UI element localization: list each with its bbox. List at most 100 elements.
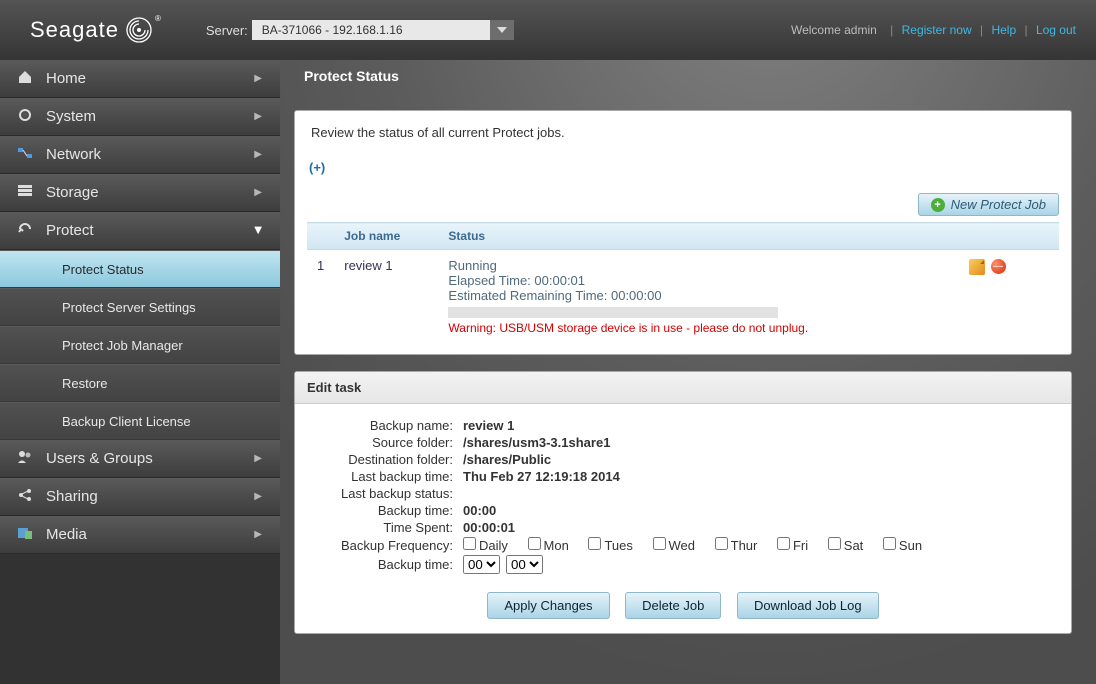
nav-users-groups[interactable]: Users & Groups ▶	[0, 440, 280, 478]
apply-changes-button[interactable]: Apply Changes	[487, 592, 609, 619]
progress-bar	[448, 307, 778, 318]
chevron-down-icon: ▶	[253, 227, 264, 235]
freq-sun-label: Sun	[899, 538, 922, 553]
nav-sharing[interactable]: Sharing ▶	[0, 478, 280, 516]
val-backup-name: review 1	[463, 418, 514, 433]
nav-label: Media	[46, 526, 87, 543]
nav-system[interactable]: System ▶	[0, 98, 280, 136]
freq-sat-label: Sat	[844, 538, 864, 553]
status-warning: Warning: USB/USM storage device is in us…	[448, 321, 949, 336]
nav-home[interactable]: Home ▶	[0, 60, 280, 98]
new-protect-job-button[interactable]: + New Protect Job	[918, 193, 1059, 216]
freq-daily-checkbox[interactable]	[463, 537, 476, 550]
chevron-right-icon: ▶	[254, 491, 262, 502]
freq-daily-label: Daily	[479, 538, 508, 553]
users-icon	[14, 450, 36, 468]
jobs-table: Job name Status 1 review 1 Running	[307, 222, 1059, 344]
help-link[interactable]: Help	[991, 23, 1016, 37]
row-actions: —	[959, 250, 1059, 345]
freq-options: Daily Mon Tues Wed Thur Fri Sat Sun	[463, 537, 938, 553]
dropdown-caret-icon[interactable]	[490, 20, 514, 40]
expand-link[interactable]: (+)	[307, 154, 327, 185]
edit-icon[interactable]	[969, 259, 985, 275]
lbl-source: Source folder:	[309, 435, 453, 450]
register-link[interactable]: Register now	[902, 23, 972, 37]
nav-label: System	[46, 108, 96, 125]
freq-wed-checkbox[interactable]	[653, 537, 666, 550]
freq-thur-label: Thur	[731, 538, 758, 553]
row-num: 1	[307, 250, 334, 345]
col-actions	[959, 223, 1059, 250]
server-dropdown[interactable]: BA-371066 - 192.168.1.16	[252, 20, 514, 40]
lbl-btime2: Backup time:	[309, 557, 453, 572]
page-title: Protect Status	[280, 60, 1096, 110]
protect-submenu: Protect Status Protect Server Settings P…	[0, 250, 280, 440]
subnav-backup-client-license[interactable]: Backup Client License	[0, 402, 280, 440]
plus-icon: +	[931, 198, 945, 212]
logout-link[interactable]: Log out	[1036, 23, 1076, 37]
lbl-time-spent: Time Spent:	[309, 520, 453, 535]
subnav-protect-status[interactable]: Protect Status	[0, 250, 280, 288]
protect-icon	[14, 221, 36, 241]
row-jobname[interactable]: review 1	[334, 250, 438, 345]
lbl-backup-name: Backup name:	[309, 418, 453, 433]
brand-text: Seagate	[30, 17, 119, 43]
lbl-freq: Backup Frequency:	[309, 538, 453, 553]
status-remaining: Estimated Remaining Time: 00:00:00	[448, 288, 949, 303]
status-elapsed: Elapsed Time: 00:00:01	[448, 273, 949, 288]
subnav-label: Protect Server Settings	[62, 300, 196, 315]
chevron-right-icon: ▶	[254, 73, 262, 84]
col-blank	[307, 223, 334, 250]
subnav-label: Protect Job Manager	[62, 338, 183, 353]
table-row: 1 review 1 Running Elapsed Time: 00:00:0…	[307, 250, 1059, 345]
col-status[interactable]: Status	[438, 223, 959, 250]
top-links: Welcome admin | Register now | Help | Lo…	[786, 23, 1076, 37]
jobs-panel: Review the status of all current Protect…	[294, 110, 1072, 355]
download-job-log-button[interactable]: Download Job Log	[737, 592, 879, 619]
val-dest: /shares/Public	[463, 452, 551, 467]
subnav-protect-server-settings[interactable]: Protect Server Settings	[0, 288, 280, 326]
subnav-label: Protect Status	[62, 262, 144, 277]
media-icon	[14, 526, 36, 544]
nav-label: Protect	[46, 222, 94, 239]
lbl-dest: Destination folder:	[309, 452, 453, 467]
hour-select[interactable]: 00	[463, 555, 500, 574]
delete-job-button[interactable]: Delete Job	[625, 592, 721, 619]
nav-label: Storage	[46, 184, 99, 201]
chevron-right-icon: ▶	[254, 111, 262, 122]
col-jobname[interactable]: Job name	[334, 223, 438, 250]
panel-description: Review the status of all current Protect…	[307, 121, 1059, 154]
freq-sun-checkbox[interactable]	[883, 537, 896, 550]
nav-label: Network	[46, 146, 101, 163]
val-source: /shares/usm3-3.1share1	[463, 435, 610, 450]
freq-mon-checkbox[interactable]	[528, 537, 541, 550]
edit-task-title: Edit task	[295, 372, 1071, 404]
val-last-time: Thu Feb 27 12:19:18 2014	[463, 469, 620, 484]
lbl-btime: Backup time:	[309, 503, 453, 518]
delete-icon[interactable]: —	[991, 259, 1006, 274]
subnav-label: Restore	[62, 376, 108, 391]
chevron-right-icon: ▶	[254, 453, 262, 464]
gear-icon	[14, 107, 36, 127]
chevron-right-icon: ▶	[254, 149, 262, 160]
freq-thur-checkbox[interactable]	[715, 537, 728, 550]
button-label: New Protect Job	[951, 197, 1046, 212]
nav-label: Users & Groups	[46, 450, 153, 467]
freq-tues-label: Tues	[604, 538, 632, 553]
share-icon	[14, 487, 36, 507]
freq-fri-label: Fri	[793, 538, 808, 553]
freq-fri-checkbox[interactable]	[777, 537, 790, 550]
nav-network[interactable]: Network ▶	[0, 136, 280, 174]
storage-icon	[14, 184, 36, 202]
network-icon	[14, 146, 36, 163]
minute-select[interactable]: 00	[506, 555, 543, 574]
subnav-restore[interactable]: Restore	[0, 364, 280, 402]
subnav-protect-job-manager[interactable]: Protect Job Manager	[0, 326, 280, 364]
val-btime: 00:00	[463, 503, 496, 518]
freq-sat-checkbox[interactable]	[828, 537, 841, 550]
welcome-text: Welcome admin	[791, 23, 877, 37]
freq-tues-checkbox[interactable]	[588, 537, 601, 550]
nav-protect[interactable]: Protect ▶	[0, 212, 280, 250]
nav-media[interactable]: Media ▶	[0, 516, 280, 554]
nav-storage[interactable]: Storage ▶	[0, 174, 280, 212]
